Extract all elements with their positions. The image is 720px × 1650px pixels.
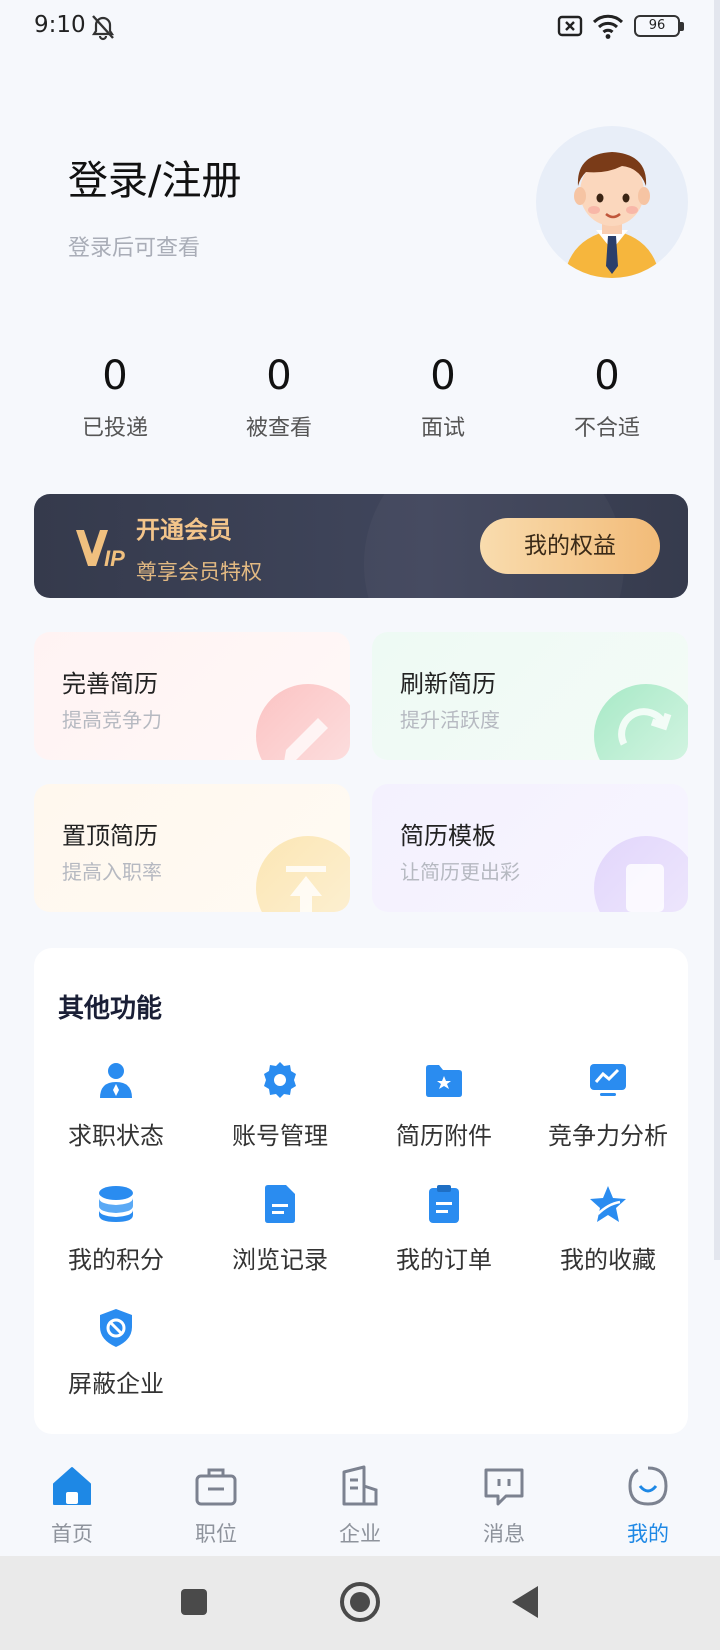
vip-logo: IP — [76, 530, 125, 571]
login-register-link[interactable]: 登录/注册 — [68, 148, 241, 206]
nav-label: 企业 — [339, 1522, 381, 1546]
stat-label: 已投递 — [81, 416, 148, 441]
clipboard-icon — [429, 1185, 459, 1223]
card-title: 简历模板 — [400, 822, 496, 850]
fn-block-companies[interactable]: 屏蔽企业 — [34, 1308, 198, 1418]
pin-top-icon — [256, 836, 350, 912]
other-functions-panel: 其他功能 求职状态 账号管理 简历附件 竞争力分析 我的积分 浏览记录 我的订单… — [34, 948, 688, 1434]
stat-value: 0 — [266, 353, 292, 399]
fn-job-status[interactable]: 求职状态 — [34, 1060, 198, 1170]
svg-text:IP: IP — [104, 546, 125, 571]
gear-icon — [264, 1062, 296, 1098]
vip-title: 开通会员 — [136, 516, 232, 544]
card-title: 刷新简历 — [400, 670, 496, 698]
profile-face-icon — [628, 1466, 668, 1506]
nav-label: 首页 — [51, 1522, 93, 1546]
message-icon — [484, 1468, 524, 1506]
card-subtitle: 提升活跃度 — [400, 708, 500, 732]
fn-label: 浏览记录 — [232, 1246, 328, 1274]
home-button-icon[interactable] — [334, 1576, 386, 1628]
home-icon — [53, 1467, 91, 1505]
system-nav-bar — [0, 1556, 720, 1650]
document-icon — [265, 1185, 295, 1223]
battery-icon: 96 — [634, 15, 684, 37]
card-resume-template[interactable]: 简历模板 让简历更出彩 — [372, 784, 688, 912]
pencil-icon — [256, 684, 350, 760]
recent-apps-icon[interactable] — [168, 1576, 220, 1628]
status-time: 9:10 — [34, 12, 86, 38]
card-pin-resume[interactable]: 置顶简历 提高入职率 — [34, 784, 350, 912]
refresh-icon — [594, 684, 688, 760]
person-icon — [100, 1063, 132, 1098]
coins-icon — [99, 1186, 133, 1222]
fn-label: 求职状态 — [68, 1122, 164, 1150]
card-refresh-resume[interactable]: 刷新简历 提升活跃度 — [372, 632, 688, 760]
building-icon — [342, 1465, 378, 1506]
stat-value: 0 — [594, 353, 620, 399]
nav-label: 职位 — [195, 1522, 237, 1546]
stat-unsuitable[interactable]: 0 不合适 — [532, 352, 682, 442]
fn-label: 竞争力分析 — [548, 1122, 668, 1150]
fn-resume-attachment[interactable]: 简历附件 — [362, 1060, 526, 1170]
nav-messages[interactable]: 消息 — [432, 1448, 576, 1556]
nav-companies[interactable]: 企业 — [288, 1448, 432, 1556]
nav-label: 消息 — [483, 1522, 525, 1546]
back-icon[interactable] — [500, 1576, 552, 1628]
vip-subtitle: 尊享会员特权 — [136, 560, 262, 584]
stat-value: 0 — [102, 353, 128, 399]
nav-mine[interactable]: 我的 — [576, 1448, 720, 1556]
fn-account-management[interactable]: 账号管理 — [198, 1060, 362, 1170]
fn-label: 屏蔽企业 — [68, 1370, 164, 1398]
nav-home[interactable]: 首页 — [0, 1448, 144, 1556]
card-improve-resume[interactable]: 完善简历 提高竞争力 — [34, 632, 350, 760]
status-bar: 9:10 96 — [0, 0, 720, 54]
login-hint: 登录后可查看 — [68, 236, 201, 261]
vip-banner[interactable]: IP 开通会员 尊享会员特权 我的权益 — [34, 494, 688, 598]
fn-competitiveness-analysis[interactable]: 竞争力分析 — [526, 1060, 690, 1170]
stat-interview[interactable]: 0 面试 — [368, 352, 518, 442]
nav-jobs[interactable]: 职位 — [144, 1448, 288, 1556]
fn-label: 我的积分 — [68, 1246, 164, 1274]
section-title: 其他功能 — [58, 994, 163, 1024]
stat-label: 不合适 — [573, 416, 640, 441]
fn-label: 我的收藏 — [560, 1246, 656, 1274]
card-title: 置顶简历 — [62, 822, 158, 850]
shield-block-icon — [100, 1309, 132, 1347]
no-sim-icon — [557, 15, 583, 37]
template-icon — [594, 836, 688, 912]
chart-monitor-icon — [590, 1064, 626, 1096]
star-icon — [590, 1186, 626, 1222]
fn-label: 简历附件 — [396, 1122, 492, 1150]
briefcase-icon — [195, 1468, 237, 1506]
stat-label: 被查看 — [245, 416, 312, 441]
nav-label: 我的 — [627, 1522, 669, 1546]
battery-level: 96 — [648, 18, 666, 33]
mute-alarm-icon — [91, 15, 115, 41]
wifi-icon — [592, 14, 624, 39]
stat-value: 0 — [430, 353, 456, 399]
stat-label: 面试 — [420, 416, 465, 441]
fn-browse-history[interactable]: 浏览记录 — [198, 1184, 362, 1294]
fn-my-orders[interactable]: 我的订单 — [362, 1184, 526, 1294]
card-title: 完善简历 — [62, 670, 158, 698]
stat-viewed[interactable]: 0 被查看 — [204, 352, 354, 442]
card-subtitle: 提高入职率 — [62, 860, 162, 884]
user-avatar[interactable] — [536, 126, 688, 278]
fn-my-points[interactable]: 我的积分 — [34, 1184, 198, 1294]
fn-label: 账号管理 — [232, 1122, 328, 1150]
card-subtitle: 让简历更出彩 — [400, 860, 520, 884]
avatar-illustration — [564, 152, 660, 278]
scroll-indicator[interactable] — [714, 0, 720, 1260]
fn-label: 我的订单 — [396, 1246, 492, 1274]
fn-my-favorites[interactable]: 我的收藏 — [526, 1184, 690, 1294]
folder-star-icon — [426, 1065, 462, 1097]
bottom-nav: 首页 职位 企业 消息 我的 — [0, 1448, 720, 1556]
card-subtitle: 提高竞争力 — [62, 708, 162, 732]
stat-delivered[interactable]: 0 已投递 — [40, 352, 190, 442]
my-benefits-button[interactable]: 我的权益 — [480, 518, 660, 574]
